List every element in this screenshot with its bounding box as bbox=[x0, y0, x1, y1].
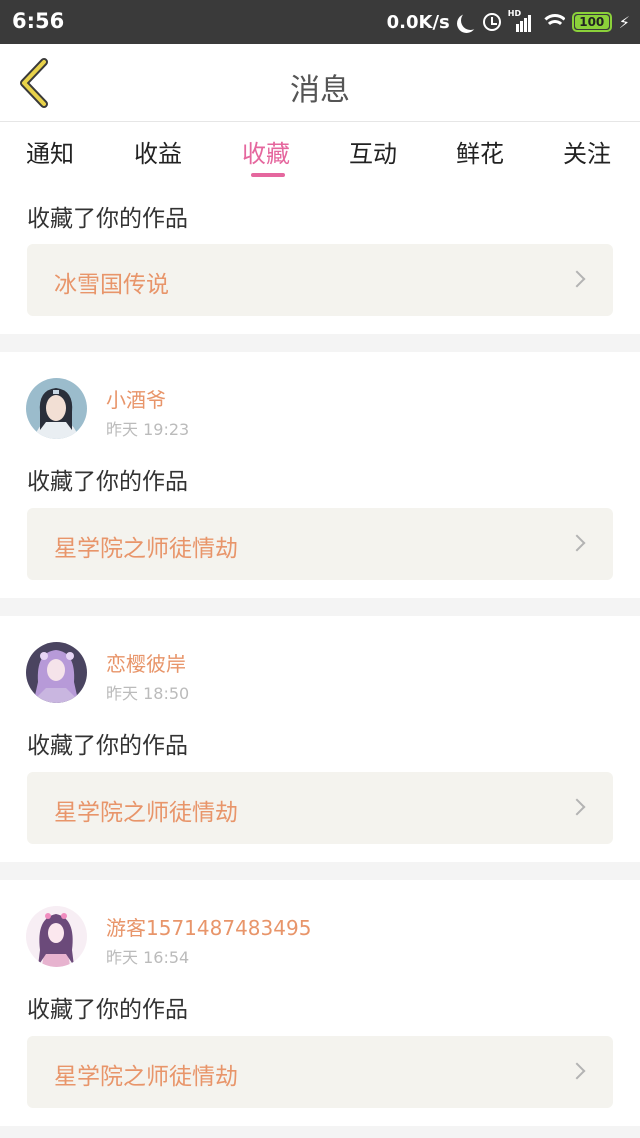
battery-icon: 100 bbox=[571, 12, 612, 32]
tab-bar: 通知 收益 收藏 互动 鲜花 关注 bbox=[0, 122, 640, 180]
wifi-icon bbox=[539, 12, 565, 32]
tab-notifications[interactable]: 通知 bbox=[26, 134, 74, 169]
message-action-text: 收藏了你的作品 bbox=[27, 206, 188, 232]
avatar-image bbox=[26, 642, 87, 703]
chevron-right-icon bbox=[568, 1062, 586, 1080]
chevron-right-icon bbox=[568, 798, 586, 816]
network-speed: 0.0K/s bbox=[386, 11, 450, 33]
chevron-right-icon bbox=[568, 270, 586, 288]
message-time: 昨天 18:50 bbox=[106, 684, 190, 703]
message-card: 收藏了你的作品 冰雪国传说 bbox=[0, 180, 640, 334]
message-time: 昨天 16:54 bbox=[106, 948, 190, 967]
message-card: 恋樱彼岸 昨天 18:50 收藏了你的作品 星学院之师徒情劫 bbox=[0, 616, 640, 862]
signal-hd-label: HD bbox=[507, 9, 522, 18]
tab-interactions[interactable]: 互动 bbox=[349, 134, 397, 169]
chevron-right-icon bbox=[568, 534, 586, 552]
page-title: 消息 bbox=[290, 73, 350, 108]
work-link[interactable]: 星学院之师徒情劫 bbox=[27, 772, 613, 844]
nav-bar: 消息 bbox=[0, 44, 640, 122]
alarm-icon bbox=[482, 13, 501, 31]
user-name[interactable]: 小酒爷 bbox=[106, 384, 166, 413]
work-link[interactable]: 冰雪国传说 bbox=[27, 244, 613, 316]
message-time: 昨天 19:23 bbox=[106, 420, 190, 439]
signal-icon: HD bbox=[507, 9, 532, 32]
work-link[interactable]: 星学院之师徒情劫 bbox=[27, 508, 613, 580]
avatar-image bbox=[26, 378, 87, 439]
work-title: 星学院之师徒情劫 bbox=[54, 536, 238, 562]
user-name[interactable]: 游客1571487483495 bbox=[106, 912, 311, 941]
charging-bolt-icon: ⚡︎ bbox=[618, 12, 630, 32]
message-action-text: 收藏了你的作品 bbox=[27, 997, 188, 1023]
work-title: 冰雪国传说 bbox=[54, 272, 169, 298]
tab-flowers[interactable]: 鲜花 bbox=[456, 134, 504, 169]
user-name[interactable]: 恋樱彼岸 bbox=[106, 648, 186, 677]
tab-earnings[interactable]: 收益 bbox=[134, 134, 182, 169]
tab-favorites[interactable]: 收藏 bbox=[242, 134, 290, 169]
message-card: 小酒爷 昨天 19:23 收藏了你的作品 星学院之师徒情劫 bbox=[0, 352, 640, 598]
work-title: 星学院之师徒情劫 bbox=[54, 800, 238, 826]
avatar[interactable] bbox=[26, 906, 87, 967]
avatar[interactable] bbox=[26, 378, 87, 439]
work-link[interactable]: 星学院之师徒情劫 bbox=[27, 1036, 613, 1108]
message-action-text: 收藏了你的作品 bbox=[27, 733, 188, 759]
active-tab-indicator bbox=[251, 173, 285, 177]
battery-level: 100 bbox=[574, 15, 609, 29]
message-action-text: 收藏了你的作品 bbox=[27, 469, 188, 495]
avatar[interactable] bbox=[26, 642, 87, 703]
moon-icon bbox=[461, 11, 480, 30]
status-bar: 6:56 0.0K/s HD 100 ⚡︎ bbox=[0, 0, 640, 44]
message-card: 游客1571487483495 昨天 16:54 收藏了你的作品 星学院之师徒情… bbox=[0, 880, 640, 1126]
status-icons: 0.0K/s HD 100 ⚡︎ bbox=[387, 9, 630, 35]
tab-follows[interactable]: 关注 bbox=[563, 134, 611, 169]
status-time: 6:56 bbox=[12, 9, 65, 33]
avatar-image bbox=[26, 906, 87, 967]
work-title: 星学院之师徒情劫 bbox=[54, 1064, 238, 1090]
